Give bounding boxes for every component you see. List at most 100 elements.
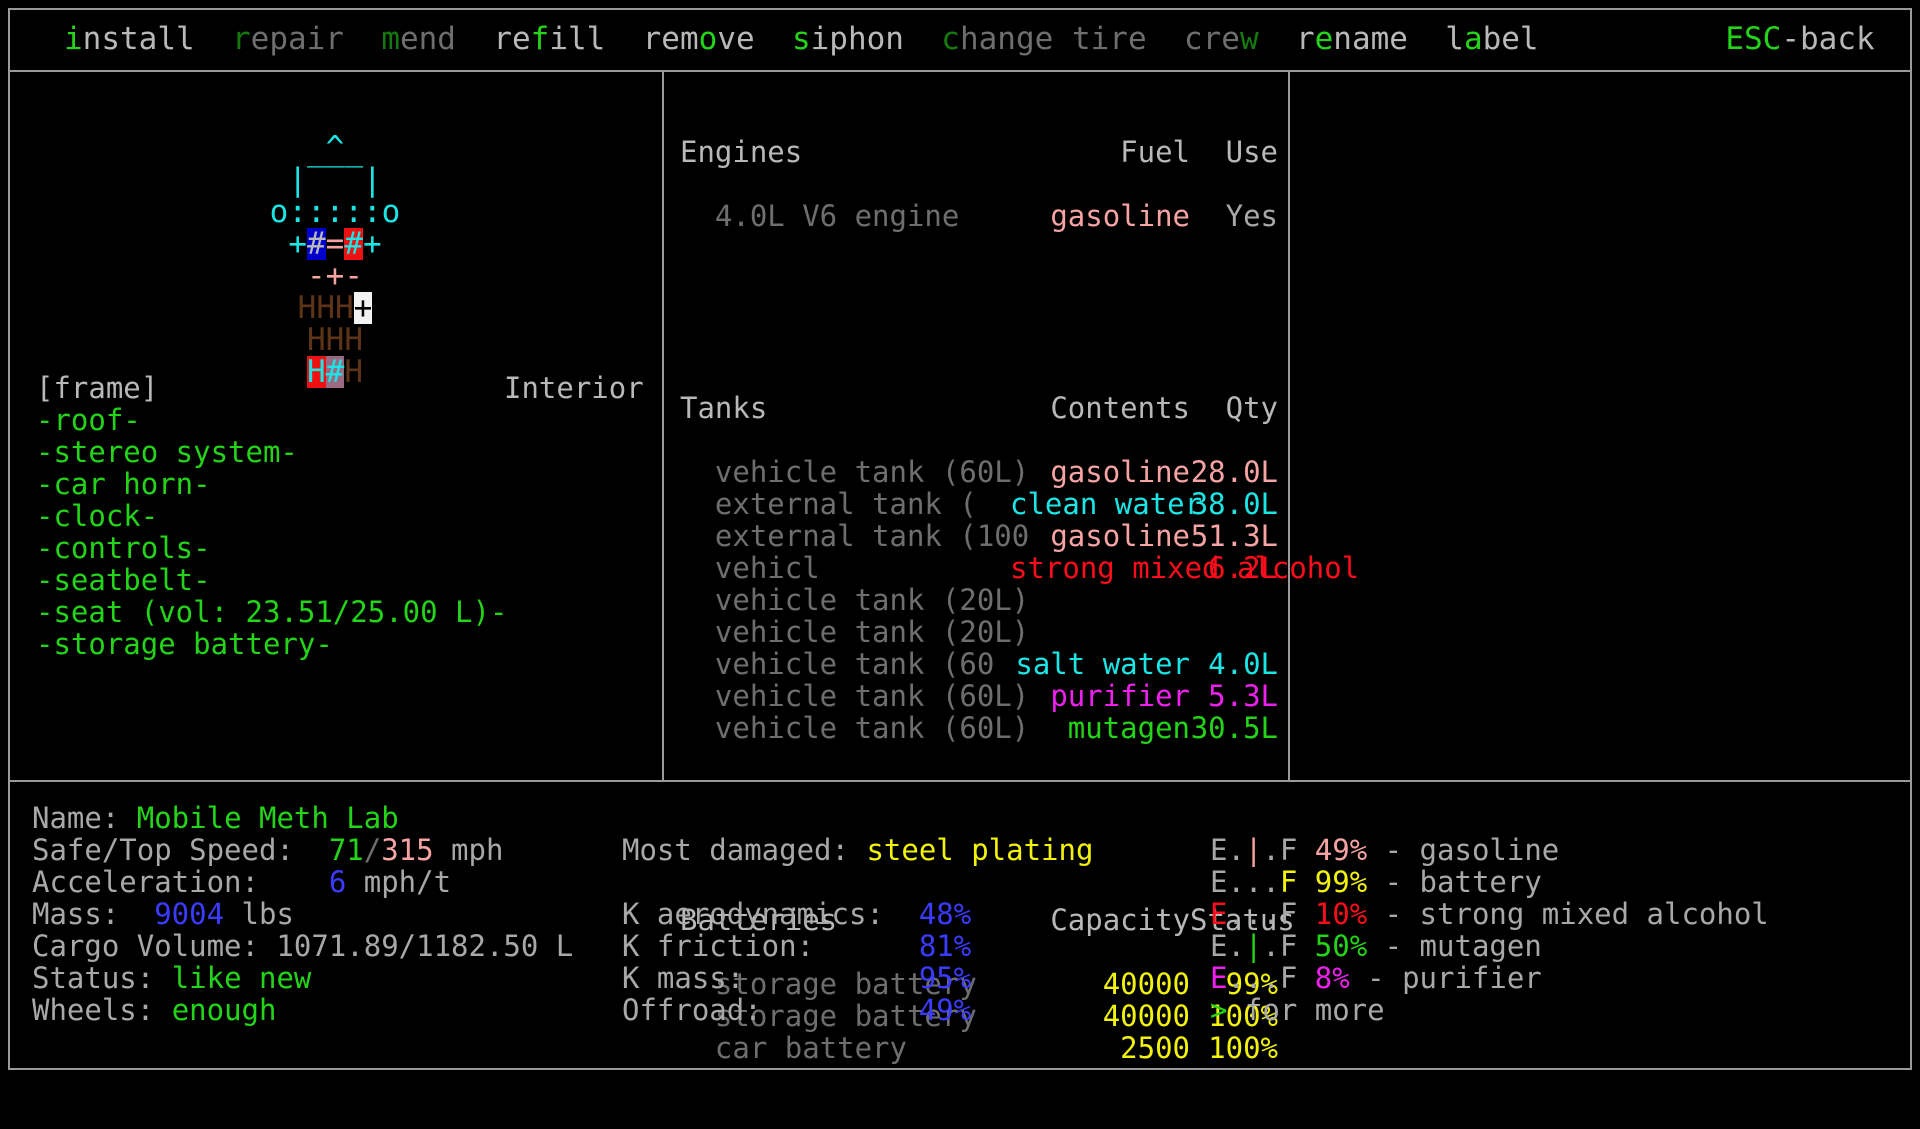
stat-value[interactable]: like new xyxy=(172,961,312,995)
part-item-7[interactable]: -seat (vol: 23.51/25.00 L)- xyxy=(36,596,656,628)
menu-label[interactable]: l xyxy=(1445,21,1464,57)
tank-name-text[interactable]: vehicle tank (60 xyxy=(715,647,994,681)
table-header-col3[interactable]: Qty xyxy=(1190,392,1278,424)
stat-separator[interactable]: / xyxy=(364,833,381,867)
gauge-track[interactable]: .F xyxy=(1262,929,1297,963)
more-arrow-icon[interactable]: > xyxy=(1210,993,1227,1027)
perf-value[interactable]: 81% xyxy=(919,929,971,963)
stat-value-2[interactable]: 315 xyxy=(381,833,433,867)
esc-label[interactable]: -back xyxy=(1781,21,1874,57)
indent[interactable] xyxy=(680,519,715,553)
table-header-col3[interactable]: Use xyxy=(1190,136,1278,168)
gauge-percent[interactable]: 49% xyxy=(1315,833,1367,867)
engine-fuel[interactable]: gasoline xyxy=(1010,200,1190,232)
stat-value[interactable]: 9004 xyxy=(154,897,224,931)
gauge-track[interactable]: E... xyxy=(1210,865,1280,899)
gauge-gap[interactable] xyxy=(1297,865,1314,899)
tank-qty[interactable]: 5.3L xyxy=(1190,680,1278,712)
table-header-col2[interactable]: Contents xyxy=(1010,392,1190,424)
esc-key[interactable]: ESC xyxy=(1725,21,1781,57)
gauge-marker[interactable]: F xyxy=(1280,865,1297,899)
menu-item-install[interactable]: install xyxy=(64,21,195,57)
tank-row[interactable]: vehicle tank (60L)mutagen30.5L xyxy=(680,712,1280,744)
part-item-5[interactable]: -controls- xyxy=(36,532,656,564)
indent[interactable] xyxy=(680,711,715,745)
stat-label[interactable]: Safe/Top Speed: xyxy=(32,834,329,866)
gauge-label[interactable]: - purifier xyxy=(1367,961,1542,995)
tank-row[interactable]: vehicle tank (60L)purifier5.3L xyxy=(680,680,1280,712)
indent[interactable] xyxy=(680,455,715,489)
menu-hotkey[interactable]: m xyxy=(381,21,400,57)
tank-qty[interactable]: 51.3L xyxy=(1190,520,1278,552)
gauge-label[interactable]: - gasoline xyxy=(1385,833,1560,867)
part-item-0[interactable]: [frame] xyxy=(36,372,656,404)
tank-row[interactable]: external tank ( clean water38.0L xyxy=(680,488,1280,520)
gauge-track[interactable]: E. xyxy=(1210,833,1245,867)
perf-label[interactable]: Most damaged: xyxy=(622,834,866,866)
indent[interactable] xyxy=(680,551,715,585)
part-item-2[interactable]: -stereo system- xyxy=(36,436,656,468)
menu-item-crew[interactable]: crew xyxy=(1184,21,1259,57)
tank-contents[interactable]: gasoline xyxy=(1010,456,1190,488)
perf-label[interactable]: K friction: xyxy=(622,930,919,962)
tank-name-text[interactable]: vehicle tank (60L) xyxy=(715,455,1029,489)
gauge-percent[interactable]: 50% xyxy=(1315,929,1367,963)
stat-value[interactable]: enough xyxy=(172,993,277,1027)
stat-value[interactable]: 6 xyxy=(329,865,346,899)
part-item-4[interactable]: -clock- xyxy=(36,500,656,532)
perf-value[interactable]: 95% xyxy=(919,961,971,995)
menu-hotkey[interactable]: a xyxy=(1464,21,1483,57)
gauge-track[interactable]: ...F xyxy=(1227,897,1297,931)
tank-name-text[interactable]: vehicle tank (60L) xyxy=(715,679,1029,713)
tank-row[interactable]: external tank (100gasoline51.3L xyxy=(680,520,1280,552)
menu-hotkey[interactable]: e xyxy=(1315,21,1334,57)
tank-name-text[interactable]: external tank ( xyxy=(715,487,977,521)
gauge-marker[interactable]: | xyxy=(1245,833,1262,867)
menu-hotkey[interactable]: f xyxy=(531,21,550,57)
menu-label[interactable]: re xyxy=(493,21,530,57)
tank-row[interactable]: vehicle tank (20L) xyxy=(680,616,1280,648)
menu-item-label[interactable]: label xyxy=(1445,21,1538,57)
engine-row[interactable]: 4.0L V6 enginegasolineYes xyxy=(680,200,1280,232)
menu-label[interactable]: r xyxy=(1296,21,1315,57)
stat-value[interactable]: Mobile Meth Lab xyxy=(137,801,399,835)
stat-label[interactable]: Name: xyxy=(32,802,137,834)
stat-value[interactable]: 71 xyxy=(329,833,364,867)
menu-item-siphon[interactable]: siphon xyxy=(792,21,904,57)
tank-qty[interactable]: 28.0L xyxy=(1190,456,1278,488)
menu-label[interactable]: nstall xyxy=(83,21,195,57)
indent[interactable] xyxy=(680,583,715,617)
gauge-gap[interactable] xyxy=(1367,929,1384,963)
table-header-col2[interactable]: Fuel xyxy=(1010,136,1190,168)
tank-contents[interactable]: salt water xyxy=(1010,648,1190,680)
tank-name-text[interactable]: vehicle tank (60L) xyxy=(715,711,1029,745)
tank-row[interactable]: vehicle tank (60L)gasoline28.0L xyxy=(680,456,1280,488)
menu-label[interactable]: name xyxy=(1333,21,1408,57)
gauge-percent[interactable]: 10% xyxy=(1315,897,1367,931)
gauge-gap[interactable] xyxy=(1297,961,1314,995)
menu-item-esc-back[interactable]: ESC-back xyxy=(1725,21,1874,57)
gauge-gap[interactable] xyxy=(1367,897,1384,931)
tank-qty[interactable]: 4.0L xyxy=(1190,648,1278,680)
tank-row[interactable]: vehicl strong mixed alcohol6.2L xyxy=(680,552,1280,584)
menu-item-change-tire[interactable]: change tire xyxy=(941,21,1146,57)
part-item-8[interactable]: -storage battery- xyxy=(36,628,656,660)
menu-label[interactable]: ill xyxy=(549,21,605,57)
menu-hotkey[interactable]: o xyxy=(699,21,718,57)
more-label[interactable]: for more xyxy=(1227,993,1384,1027)
indent[interactable] xyxy=(680,487,715,521)
tank-contents[interactable]: clean water xyxy=(1010,488,1190,520)
tank-contents[interactable]: purifier xyxy=(1010,680,1190,712)
tank-name-text[interactable]: vehicl xyxy=(715,551,820,585)
tank-contents[interactable]: strong mixed alcohol xyxy=(1010,552,1190,584)
menu-hotkey[interactable]: s xyxy=(792,21,811,57)
gauge-label[interactable]: - strong mixed alcohol xyxy=(1385,897,1769,931)
tank-qty[interactable]: 6.2L xyxy=(1190,552,1278,584)
perf-value[interactable]: steel plating xyxy=(866,833,1093,867)
tank-name-text[interactable]: vehicle tank (20L) xyxy=(715,615,1029,649)
tank-qty[interactable]: 38.0L xyxy=(1190,488,1278,520)
stat-label[interactable]: Cargo Volume: 1071.89/1182.50 L xyxy=(32,930,573,962)
stat-suffix[interactable]: mph xyxy=(434,833,504,867)
menu-label[interactable]: iphon xyxy=(811,21,904,57)
stat-label[interactable]: Mass: xyxy=(32,898,154,930)
